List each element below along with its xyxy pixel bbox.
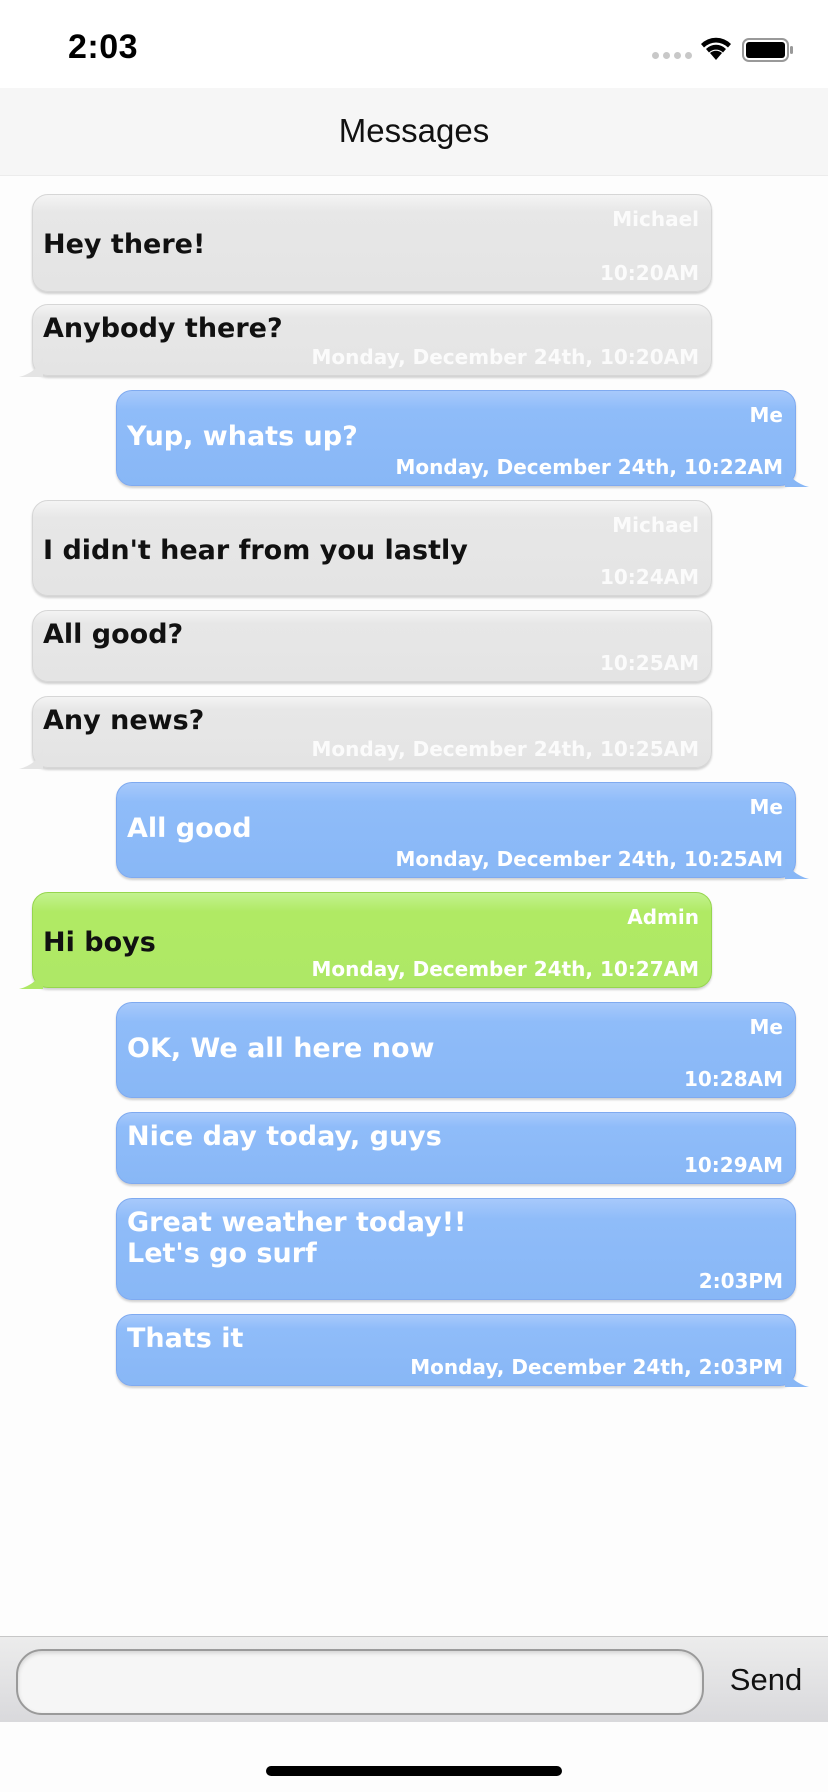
message-bubble[interactable]: Me OK, We all here now 10:28AM [116, 1002, 796, 1098]
status-bar: 2:03 [0, 0, 828, 88]
message-bubble[interactable]: Admin Hi boys Monday, December 24th, 10:… [19, 892, 712, 989]
home-indicator[interactable] [266, 1766, 562, 1776]
status-time: 2:03 [68, 28, 139, 66]
sender-name: Me [749, 1015, 783, 1039]
message-bubble[interactable]: Me Yup, whats up? Monday, December 24th,… [116, 390, 809, 487]
message-time: Monday, December 24th, 10:22AM [395, 455, 784, 479]
message-list[interactable]: Michael Hey there! 10:20AM Anybody there… [0, 176, 828, 1636]
message-bubble[interactable]: Any news? Monday, December 24th, 10:25AM [19, 696, 712, 769]
message-text: Yup, whats up? [127, 421, 358, 452]
message-time: 2:03PM [698, 1269, 783, 1293]
message-bubble[interactable]: Anybody there? Monday, December 24th, 10… [19, 304, 712, 377]
sender-name: Me [749, 795, 783, 819]
bubble-tail-icon [785, 467, 809, 487]
message-text: Nice day today, guys [127, 1121, 442, 1152]
message-bubble[interactable]: Nice day today, guys 10:29AM [116, 1112, 796, 1184]
message-text: All good? [43, 619, 184, 650]
message-bubble[interactable]: Michael I didn't hear from you lastly 10… [32, 500, 712, 596]
bubble-tail-icon [785, 859, 809, 879]
page-title: Messages [338, 112, 490, 149]
sender-name: Michael [612, 207, 699, 231]
message-bubble[interactable]: All good? 10:25AM [32, 610, 712, 682]
bubble-tail-icon [785, 1367, 809, 1387]
message-time: 10:20AM [599, 261, 699, 285]
message-bubble[interactable]: Michael Hey there! 10:20AM [32, 194, 712, 292]
message-text: Hey there! [43, 229, 206, 260]
message-bubble[interactable]: Me All good Monday, December 24th, 10:25… [116, 782, 809, 879]
message-text: OK, We all here now [127, 1033, 435, 1064]
bubble-tail-icon [19, 969, 43, 989]
message-text: Anybody there? [43, 313, 283, 344]
message-text: Hi boys [43, 927, 156, 958]
message-text: Thats it [127, 1323, 244, 1354]
bubble-tail-icon [19, 357, 43, 377]
message-time: 10:24AM [599, 565, 699, 589]
sender-name: Me [749, 403, 783, 427]
message-text: Great weather today!! Let's go surf [127, 1207, 467, 1269]
navigation-bar: Messages [0, 88, 828, 176]
message-input-bar: Send [0, 1636, 828, 1722]
sender-name: Michael [612, 513, 699, 537]
message-time: Monday, December 24th, 10:27AM [311, 957, 700, 981]
wifi-icon [701, 37, 731, 60]
battery-icon [742, 38, 793, 62]
message-input[interactable] [16, 1649, 704, 1715]
message-time: Monday, December 24th, 2:03PM [410, 1355, 783, 1379]
message-bubble[interactable]: Thats it Monday, December 24th, 2:03PM [116, 1314, 809, 1387]
message-time: Monday, December 24th, 10:25AM [395, 847, 784, 871]
message-bubble[interactable]: Great weather today!! Let's go surf 2:03… [116, 1198, 796, 1300]
message-time: Monday, December 24th, 10:25AM [311, 737, 700, 761]
message-text: All good [127, 813, 252, 844]
send-button[interactable]: Send [718, 1657, 814, 1703]
message-text: Any news? [43, 705, 205, 736]
message-time: 10:25AM [599, 651, 699, 675]
message-text: I didn't hear from you lastly [43, 535, 468, 566]
cellular-signal-icon [652, 52, 692, 59]
message-time: 10:29AM [683, 1153, 783, 1177]
message-time: Monday, December 24th, 10:20AM [311, 345, 700, 369]
sender-name: Admin [627, 905, 699, 929]
message-time: 10:28AM [683, 1067, 783, 1091]
bubble-tail-icon [19, 749, 43, 769]
